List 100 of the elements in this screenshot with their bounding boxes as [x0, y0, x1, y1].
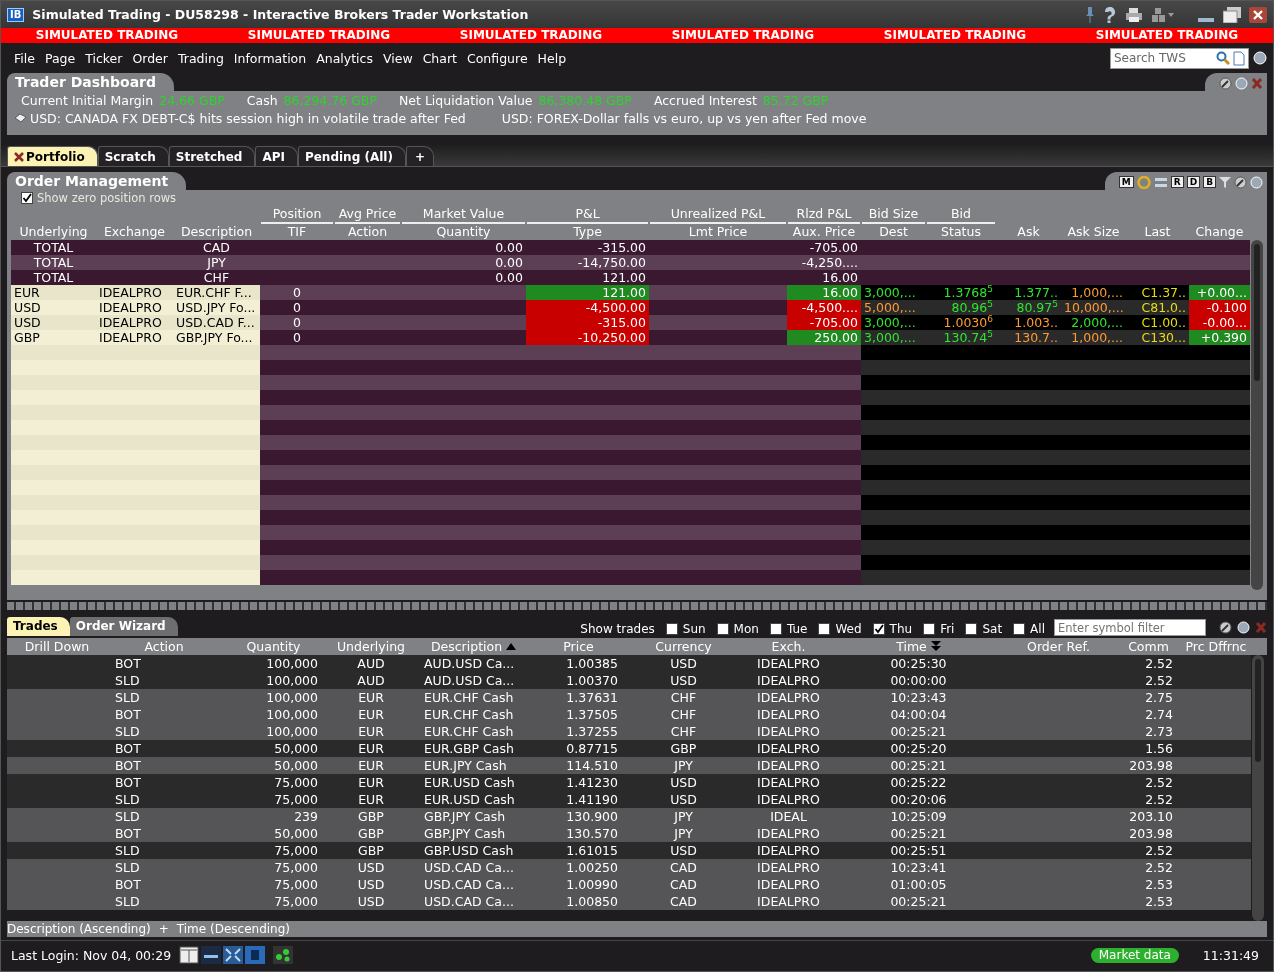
table-row[interactable]: BOT 50,000 EUR EUR.GBP Cash 0.87715 GBP IDEALPRO 00:25:20 1.56	[7, 740, 1251, 757]
maximize-icon[interactable]	[1223, 6, 1241, 23]
table-row[interactable]: BOT 75,000 EUR EUR.USD Cash 1.41230 USD IDEALPRO 00:25:22 2.52	[7, 774, 1251, 791]
column-header[interactable]: Action	[107, 638, 221, 655]
checkbox[interactable]	[665, 623, 678, 635]
menu-item[interactable]: Page	[39, 50, 81, 66]
network-icon[interactable]	[273, 946, 294, 964]
menu-item[interactable]: Order	[127, 50, 173, 66]
column-header[interactable]: Market Value	[402, 206, 525, 224]
toolbar-letter-button[interactable]: B	[1203, 176, 1216, 188]
column-header[interactable]: Aux. Price	[788, 224, 860, 240]
column-header[interactable]: Drill Down	[7, 638, 107, 655]
menu-item[interactable]: File	[9, 50, 40, 66]
menu-item[interactable]: Help	[532, 50, 572, 66]
panel-tab[interactable]: Order Wizard	[69, 617, 178, 636]
column-header[interactable]: Ask Size	[1062, 224, 1125, 240]
expand-icon[interactable]	[223, 946, 244, 964]
checkbox[interactable]	[716, 623, 729, 635]
column-header[interactable]: Comm	[1116, 638, 1181, 655]
column-header[interactable]: P&L	[527, 206, 648, 224]
search-icon[interactable]	[1216, 51, 1230, 65]
pin-icon[interactable]	[1085, 6, 1095, 23]
checkbox-label[interactable]: Fri	[940, 622, 955, 636]
column-header[interactable]: Underlying	[326, 638, 416, 655]
menu-item[interactable]: Chart	[417, 50, 462, 66]
column-header[interactable]: Bid	[927, 206, 995, 224]
panel-icon[interactable]	[201, 946, 222, 964]
menu-item[interactable]: Analytics	[311, 50, 378, 66]
checkbox-label[interactable]: Sat	[982, 622, 1003, 636]
column-header[interactable]: Exchange	[97, 224, 172, 240]
page-tab[interactable]: Stretched	[168, 146, 256, 166]
table-row[interactable]: SLD 100,000 EUR EUR.CHF Cash 1.37631 CHF IDEALPRO 10:23:43 2.75	[7, 689, 1251, 706]
column-header[interactable]: Unrealized P&L	[650, 206, 786, 224]
column-header[interactable]: Rlzd P&L	[788, 206, 860, 224]
table-row[interactable]: SLD 75,000 GBP GBP.USD Cash 1.61015 USD IDEALPRO 00:25:51 2.52	[7, 842, 1251, 859]
document-icon[interactable]	[1233, 50, 1245, 66]
close-icon[interactable]	[1249, 6, 1267, 23]
table-row[interactable]: SLD 239 GBP GBP.JPY Cash 130.900 JPY IDEAL 10:25:09 203.10	[7, 808, 1251, 825]
table-row[interactable]: BOT 100,000 EUR EUR.CHF Cash 1.37505 CHF IDEALPRO 04:00:04 2.74	[7, 706, 1251, 723]
column-header[interactable]: Order Ref.	[1001, 638, 1116, 655]
menu-item[interactable]: Information	[228, 50, 312, 66]
layout-icon[interactable]	[179, 946, 200, 964]
page-tab[interactable]: Portfolio	[7, 146, 98, 166]
checkbox[interactable]	[818, 623, 831, 635]
table-row[interactable]: SLD 100,000 AUD AUD.USD Ca... 1.00370 USD IDEALPRO 00:00:00 2.52	[7, 672, 1251, 689]
column-header[interactable]: Exch.	[741, 638, 836, 655]
page-tab[interactable]: Pending (All)	[297, 146, 406, 166]
column-header[interactable]: Time	[836, 638, 1001, 655]
table-row[interactable]: BOT 75,000 USD USD.CAD Ca... 1.00990 CAD IDEALPRO 01:00:05 2.53	[7, 876, 1251, 893]
menu-item[interactable]: Ticker	[80, 50, 128, 66]
news-icon[interactable]	[15, 114, 26, 123]
column-header[interactable]: Prc Dffrnc	[1181, 638, 1251, 655]
checkbox[interactable]	[1013, 623, 1026, 635]
news-headline[interactable]: USD: CANADA FX DEBT-C$ hits session high in volatile trade after Fed	[30, 111, 466, 126]
table-row[interactable]: SLD 75,000 USD USD.CAD Ca... 1.00250 CAD IDEALPRO 10:23:41 2.52	[7, 859, 1251, 876]
column-header[interactable]: Lmt Price	[650, 224, 786, 240]
panel-tab[interactable]: Trades	[7, 617, 70, 636]
checkbox[interactable]	[923, 623, 936, 635]
checkbox-label[interactable]: Tue	[786, 622, 808, 636]
page-tab[interactable]: Scratch	[97, 146, 169, 166]
menu-item[interactable]: Configure	[462, 50, 533, 66]
column-header[interactable]: Change	[1190, 224, 1249, 240]
menu-item[interactable]: Trading	[172, 50, 229, 66]
table-row[interactable]: BOT 50,000 EUR EUR.JPY Cash 114.510 JPY IDEALPRO 00:25:21 203.98	[7, 757, 1251, 774]
search-input[interactable]: Search TWS	[1111, 51, 1213, 65]
scrollbar[interactable]	[1251, 240, 1263, 590]
column-header[interactable]: Bid Size	[862, 206, 925, 224]
news-headline[interactable]: USD: FOREX-Dollar falls vs euro, up vs yen after Fed move	[501, 111, 867, 126]
lines-icon[interactable]	[1153, 175, 1168, 189]
column-header[interactable]: Action	[335, 224, 400, 240]
add-tab-button[interactable]: +	[405, 146, 434, 166]
column-header[interactable]: Quantity	[402, 224, 525, 240]
checkbox-label[interactable]: Thu	[889, 622, 913, 636]
table-row[interactable]: SLD 75,000 USD USD.CAD Ca... 1.00850 CAD IDEALPRO 00:25:21 2.53	[7, 893, 1251, 910]
page-tab[interactable]: API	[255, 146, 298, 166]
column-header[interactable]: Quantity	[221, 638, 326, 655]
column-header[interactable]: Type	[527, 224, 648, 240]
column-header[interactable]: Underlying	[12, 224, 95, 240]
search-field[interactable]: Search TWS	[1110, 47, 1249, 69]
checkbox-label[interactable]: All	[1030, 622, 1045, 636]
printer-icon[interactable]	[1125, 6, 1143, 23]
table-row[interactable]: BOT 100,000 AUD AUD.USD Ca... 1.00385 USD IDEALPRO 00:25:30 2.52	[7, 655, 1251, 672]
checkbox[interactable]	[21, 192, 33, 204]
column-header[interactable]: Currency	[626, 638, 741, 655]
toolbar-letter-button[interactable]: M	[1118, 176, 1134, 188]
close-icon[interactable]	[14, 151, 24, 162]
column-header[interactable]: Dest	[862, 224, 925, 240]
column-header[interactable]: Last	[1127, 224, 1188, 240]
symbol-filter-field[interactable]: Enter symbol filter	[1054, 619, 1206, 636]
scrollbar[interactable]	[1252, 655, 1264, 921]
column-header[interactable]: Price	[531, 638, 626, 655]
table-row[interactable]: BOT 50,000 GBP GBP.JPY Cash 130.570 JPY IDEALPRO 00:25:21 203.98	[7, 825, 1251, 842]
checkbox-label[interactable]: Sun	[682, 622, 706, 636]
checkbox[interactable]	[769, 623, 782, 635]
table-row[interactable]: SLD 75,000 EUR EUR.USD Cash 1.41190 USD IDEALPRO 00:20:06 2.52	[7, 791, 1251, 808]
blocks-icon[interactable]	[1151, 6, 1175, 23]
column-header[interactable]: Description	[416, 638, 531, 655]
table-row[interactable]: SLD 100,000 EUR EUR.CHF Cash 1.37255 CHF IDEALPRO 00:25:21 2.73	[7, 723, 1251, 740]
column-header[interactable]: Status	[927, 224, 995, 240]
checkbox-label[interactable]: Wed	[835, 622, 862, 636]
